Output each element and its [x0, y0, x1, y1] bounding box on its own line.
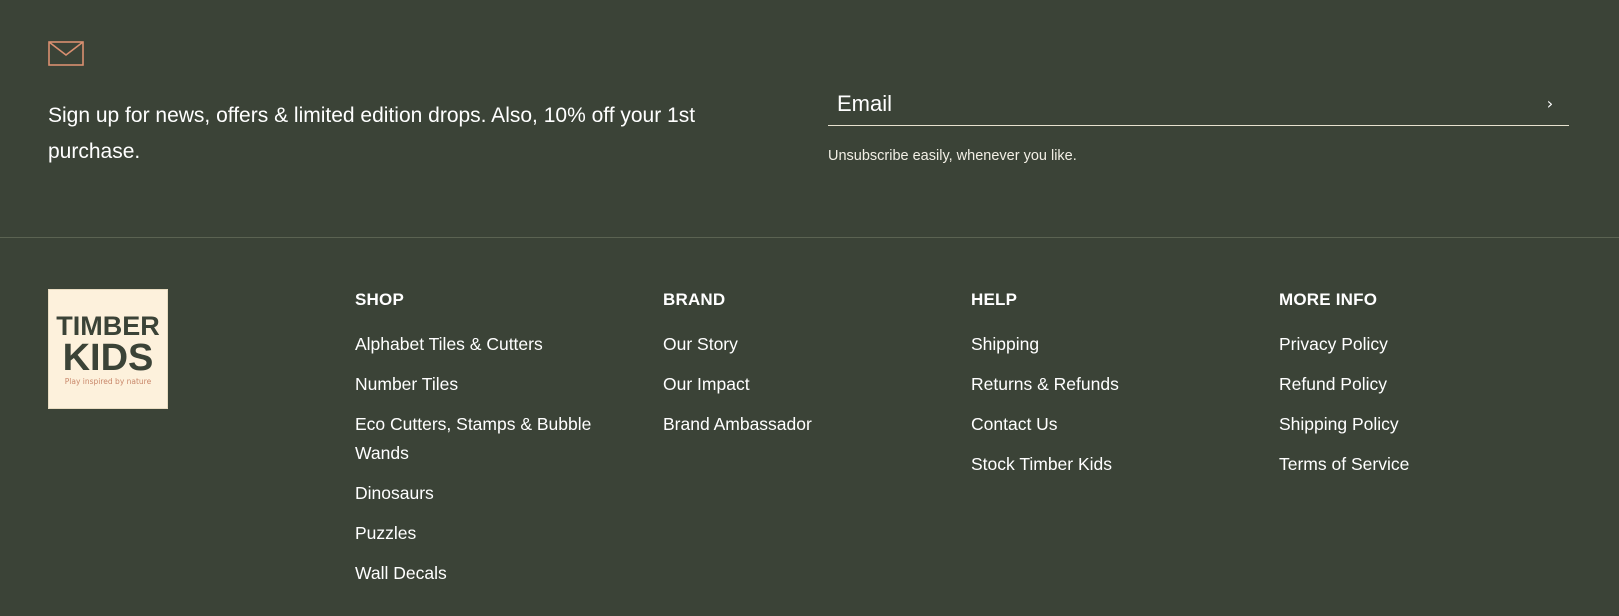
- footer-link-dinosaurs[interactable]: Dinosaurs: [355, 479, 625, 508]
- footer-link-refund-policy[interactable]: Refund Policy: [1279, 370, 1549, 399]
- column-title: BRAND: [663, 290, 726, 309]
- column-title: SHOP: [355, 290, 404, 309]
- footer-column-brand: BRAND Our Story Our Impact Brand Ambassa…: [663, 290, 933, 450]
- footer-link-our-story[interactable]: Our Story: [663, 330, 933, 359]
- newsletter-submit-button[interactable]: ›: [1537, 90, 1563, 116]
- footer-link-our-impact[interactable]: Our Impact: [663, 370, 933, 399]
- footer-link-eco-cutters[interactable]: Eco Cutters, Stamps & Bubble Wands: [355, 410, 625, 468]
- column-title: MORE INFO: [1279, 290, 1378, 309]
- footer-link-terms-of-service[interactable]: Terms of Service: [1279, 450, 1549, 479]
- footer-links-section: TIMBER KIDS Play inspired by nature SHOP…: [0, 238, 1619, 615]
- footer-link-shipping[interactable]: Shipping: [971, 330, 1241, 359]
- footer-link-alphabet-tiles[interactable]: Alphabet Tiles & Cutters: [355, 330, 625, 359]
- footer-column-more-info: MORE INFO Privacy Policy Refund Policy S…: [1279, 290, 1549, 490]
- footer-link-stock-timber-kids[interactable]: Stock Timber Kids: [971, 450, 1241, 479]
- footer-link-number-tiles[interactable]: Number Tiles: [355, 370, 625, 399]
- footer-column-help: HELP Shipping Returns & Refunds Contact …: [971, 290, 1241, 490]
- logo-graphic: TIMBER KIDS Play inspired by nature: [56, 311, 160, 386]
- timber-kids-logo[interactable]: TIMBER KIDS Play inspired by nature: [48, 289, 168, 409]
- logo-tagline: Play inspired by nature: [65, 377, 152, 386]
- signup-text: Sign up for news, offers & limited editi…: [48, 104, 696, 163]
- footer-link-contact-us[interactable]: Contact Us: [971, 410, 1241, 439]
- footer-link-brand-ambassador[interactable]: Brand Ambassador: [663, 410, 933, 439]
- email-input[interactable]: [828, 82, 1528, 125]
- footer-link-shipping-policy[interactable]: Shipping Policy: [1279, 410, 1549, 439]
- footer-link-puzzles[interactable]: Puzzles: [355, 519, 625, 548]
- footer-link-returns-refunds[interactable]: Returns & Refunds: [971, 370, 1241, 399]
- mail-icon: [48, 41, 84, 66]
- footer-link-privacy-policy[interactable]: Privacy Policy: [1279, 330, 1549, 359]
- logo-line-2: KIDS: [63, 337, 154, 379]
- newsletter-form: ›: [828, 82, 1569, 126]
- newsletter-section: Sign up for news, offers & limited editi…: [0, 0, 1619, 238]
- chevron-right-icon: ›: [1546, 93, 1554, 113]
- unsubscribe-note: Unsubscribe easily, whenever you like.: [828, 148, 1077, 164]
- footer-link-wall-decals[interactable]: Wall Decals: [355, 559, 625, 588]
- column-title: HELP: [971, 290, 1018, 309]
- footer-column-shop: SHOP Alphabet Tiles & Cutters Number Til…: [355, 290, 625, 599]
